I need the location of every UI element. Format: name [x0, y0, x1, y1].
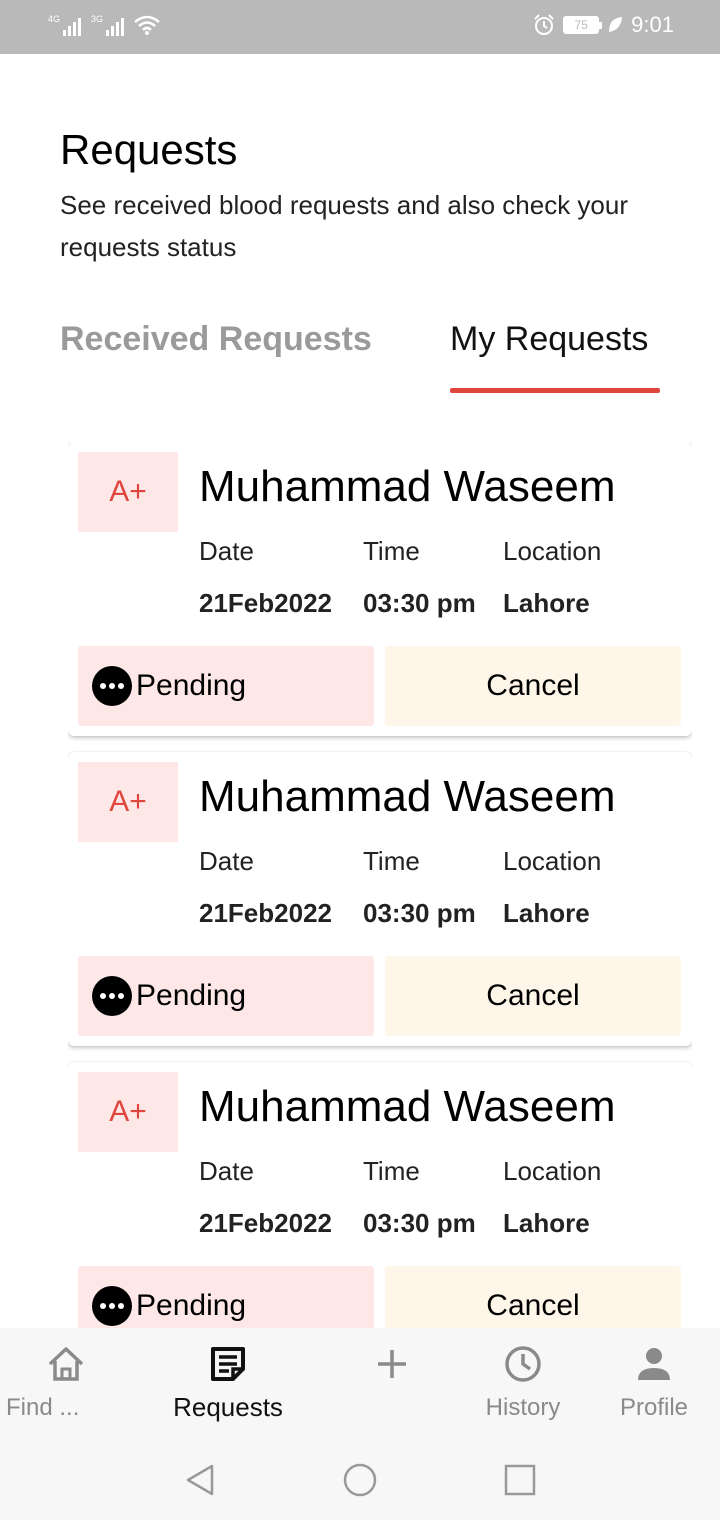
- location-value: Lahore: [503, 898, 590, 928]
- more-dots-icon: [92, 666, 132, 706]
- signal-icon-2: 3G: [91, 14, 125, 36]
- time-value: 03:30 pm: [363, 588, 476, 618]
- add-icon: [378, 1350, 406, 1378]
- time-label: Time: [363, 1156, 420, 1186]
- system-navigation-bar: [0, 1440, 720, 1520]
- nav-item-profile[interactable]: Profile: [606, 1328, 702, 1440]
- nav-label-requests: Requests: [173, 1392, 283, 1422]
- date-label: Date: [199, 536, 254, 566]
- location-label: Location: [503, 536, 602, 566]
- location-value: Lahore: [503, 588, 590, 618]
- date-value: 21Feb2022: [199, 898, 332, 928]
- history-icon: [505, 1346, 541, 1382]
- pending-status-button[interactable]: Pending: [78, 956, 374, 1036]
- pending-status-button[interactable]: Pending: [78, 1266, 374, 1328]
- requester-name: Muhammad Waseem: [199, 462, 616, 511]
- location-label: Location: [503, 846, 602, 876]
- status-label: Pending: [136, 1289, 247, 1322]
- nav-label-find: Find ...: [6, 1394, 80, 1421]
- requests-icon: [211, 1347, 245, 1381]
- blood-group-badge: A+: [78, 762, 178, 842]
- page-subtitle: See received blood requests and also che…: [60, 190, 629, 262]
- active-tab-indicator: [450, 388, 660, 393]
- location-value: Lahore: [503, 1208, 590, 1238]
- time-value: 03:30 pm: [363, 898, 476, 928]
- time-label: Time: [363, 536, 420, 566]
- status-bar-left: 4G 3G: [48, 14, 160, 36]
- nav-label-history: History: [485, 1394, 561, 1421]
- back-icon[interactable]: [182, 1462, 218, 1498]
- nav-item-add[interactable]: [352, 1328, 432, 1440]
- cancel-button[interactable]: Cancel: [385, 1266, 681, 1328]
- time-value: 03:30 pm: [363, 1208, 476, 1238]
- request-card: A+ Muhammad Waseem Date Time Location 21…: [68, 752, 692, 1046]
- clock: 9:01: [631, 12, 674, 37]
- location-label: Location: [503, 1156, 602, 1186]
- request-card: A+ Muhammad Waseem Date Time Location 21…: [68, 442, 692, 736]
- status-label: Pending: [136, 669, 247, 702]
- tab-received-requests[interactable]: Received Requests: [60, 320, 372, 359]
- profile-icon: [638, 1348, 670, 1380]
- request-card: A+ Muhammad Waseem Date Time Location 21…: [68, 1062, 692, 1328]
- date-value: 21Feb2022: [199, 588, 332, 618]
- blood-group-badge: A+: [78, 1072, 178, 1152]
- nav-item-requests[interactable]: Requests: [164, 1328, 292, 1440]
- page-title: Requests: [60, 126, 238, 173]
- pending-status-button[interactable]: Pending: [78, 646, 374, 726]
- battery-icon: 75: [563, 16, 603, 34]
- date-label: Date: [199, 1156, 254, 1186]
- time-label: Time: [363, 846, 420, 876]
- status-bar: 4G 3G 75 9:01: [0, 0, 720, 54]
- cancel-button[interactable]: Cancel: [385, 956, 681, 1036]
- status-bar-right: 75 9:01: [533, 12, 674, 38]
- home-circle-icon[interactable]: [342, 1462, 378, 1498]
- more-dots-icon: [92, 1286, 132, 1326]
- nav-item-find[interactable]: Find ...: [0, 1328, 130, 1440]
- home-icon: [48, 1347, 84, 1381]
- network-type-1: 4G: [48, 14, 61, 24]
- nav-item-history[interactable]: History: [472, 1328, 574, 1440]
- tab-my-requests[interactable]: My Requests: [450, 320, 648, 359]
- requester-name: Muhammad Waseem: [199, 1082, 616, 1131]
- wifi-icon: [134, 15, 160, 35]
- recent-apps-icon[interactable]: [502, 1462, 538, 1498]
- alarm-icon: [534, 14, 554, 35]
- network-type-2: 3G: [91, 14, 104, 24]
- leaf-icon: [609, 17, 623, 32]
- signal-icon: 4G: [48, 14, 82, 36]
- cancel-button[interactable]: Cancel: [385, 646, 681, 726]
- blood-group-badge: A+: [78, 452, 178, 532]
- date-label: Date: [199, 846, 254, 876]
- nav-label-profile: Profile: [619, 1394, 689, 1421]
- request-list[interactable]: A+ Muhammad Waseem Date Time Location 21…: [68, 442, 692, 1328]
- requester-name: Muhammad Waseem: [199, 772, 616, 821]
- date-value: 21Feb2022: [199, 1208, 332, 1238]
- bottom-navigation: Find ... Requests History Profile: [0, 1328, 720, 1440]
- status-label: Pending: [136, 979, 247, 1012]
- more-dots-icon: [92, 976, 132, 1016]
